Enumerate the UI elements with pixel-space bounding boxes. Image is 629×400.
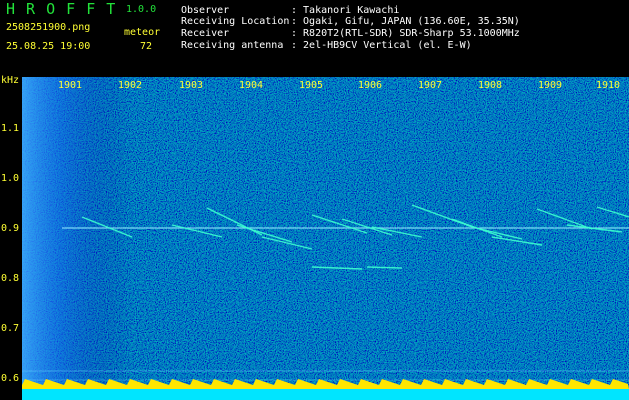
x-tick-1901: 1901 [58,80,83,91]
y-tick-0-8: 0.8 [1,273,20,284]
receiver-value: : R820T2(RTL-SDR) SDR-Sharp 53.1000MHz [291,28,520,39]
y-tick-1-0: 1.0 [1,173,20,184]
y-tick-0-6: 0.6 [1,373,20,384]
observer-label: Observer [181,5,230,16]
meteor-label: meteor [124,27,161,38]
capture-filename: 2508251900.png [6,22,91,33]
meteor-count: 72 [140,41,153,52]
x-tick-1903: 1903 [179,80,204,91]
observer-value: : Takanori Kawachi [291,5,400,16]
y-tick-0-9: 0.9 [1,223,20,234]
noise-floor-band [22,379,629,400]
y-tick-1-1: 1.1 [1,123,20,134]
x-tick-1904: 1904 [239,80,264,91]
x-tick-1909: 1909 [538,80,563,91]
x-tick-1905: 1905 [299,80,324,91]
x-tick-1910: 1910 [596,80,621,91]
antenna-value: : 2el-HB9CV Vertical (el. E-W) [291,40,472,51]
location-label: Receiving Location [181,16,290,27]
receiver-label: Receiver [181,28,230,39]
app-version: 1.0.0 [126,4,157,15]
header-panel: H R O F F T 1.0.0 2508251900.png meteor … [0,0,629,76]
spectrogram-canvas [22,77,629,400]
x-tick-1907: 1907 [418,80,443,91]
y-tick-0-7: 0.7 [1,323,20,334]
location-value: : Ogaki, Gifu, JAPAN (136.60E, 35.35N) [291,16,520,27]
x-tick-1908: 1908 [478,80,503,91]
capture-datetime: 25.08.25 19:00 [6,41,91,52]
y-unit-label: kHz [1,75,20,86]
x-tick-1906: 1906 [358,80,383,91]
meteor-echo [366,266,403,269]
app-title: H R O F F T [6,0,117,18]
hrofft-window: H R O F F T 1.0.0 2508251900.png meteor … [0,0,629,400]
spectrogram [22,77,629,400]
noise-floor-base [22,389,629,400]
antenna-label: Receiving antenna [181,40,284,51]
x-tick-1902: 1902 [118,80,143,91]
